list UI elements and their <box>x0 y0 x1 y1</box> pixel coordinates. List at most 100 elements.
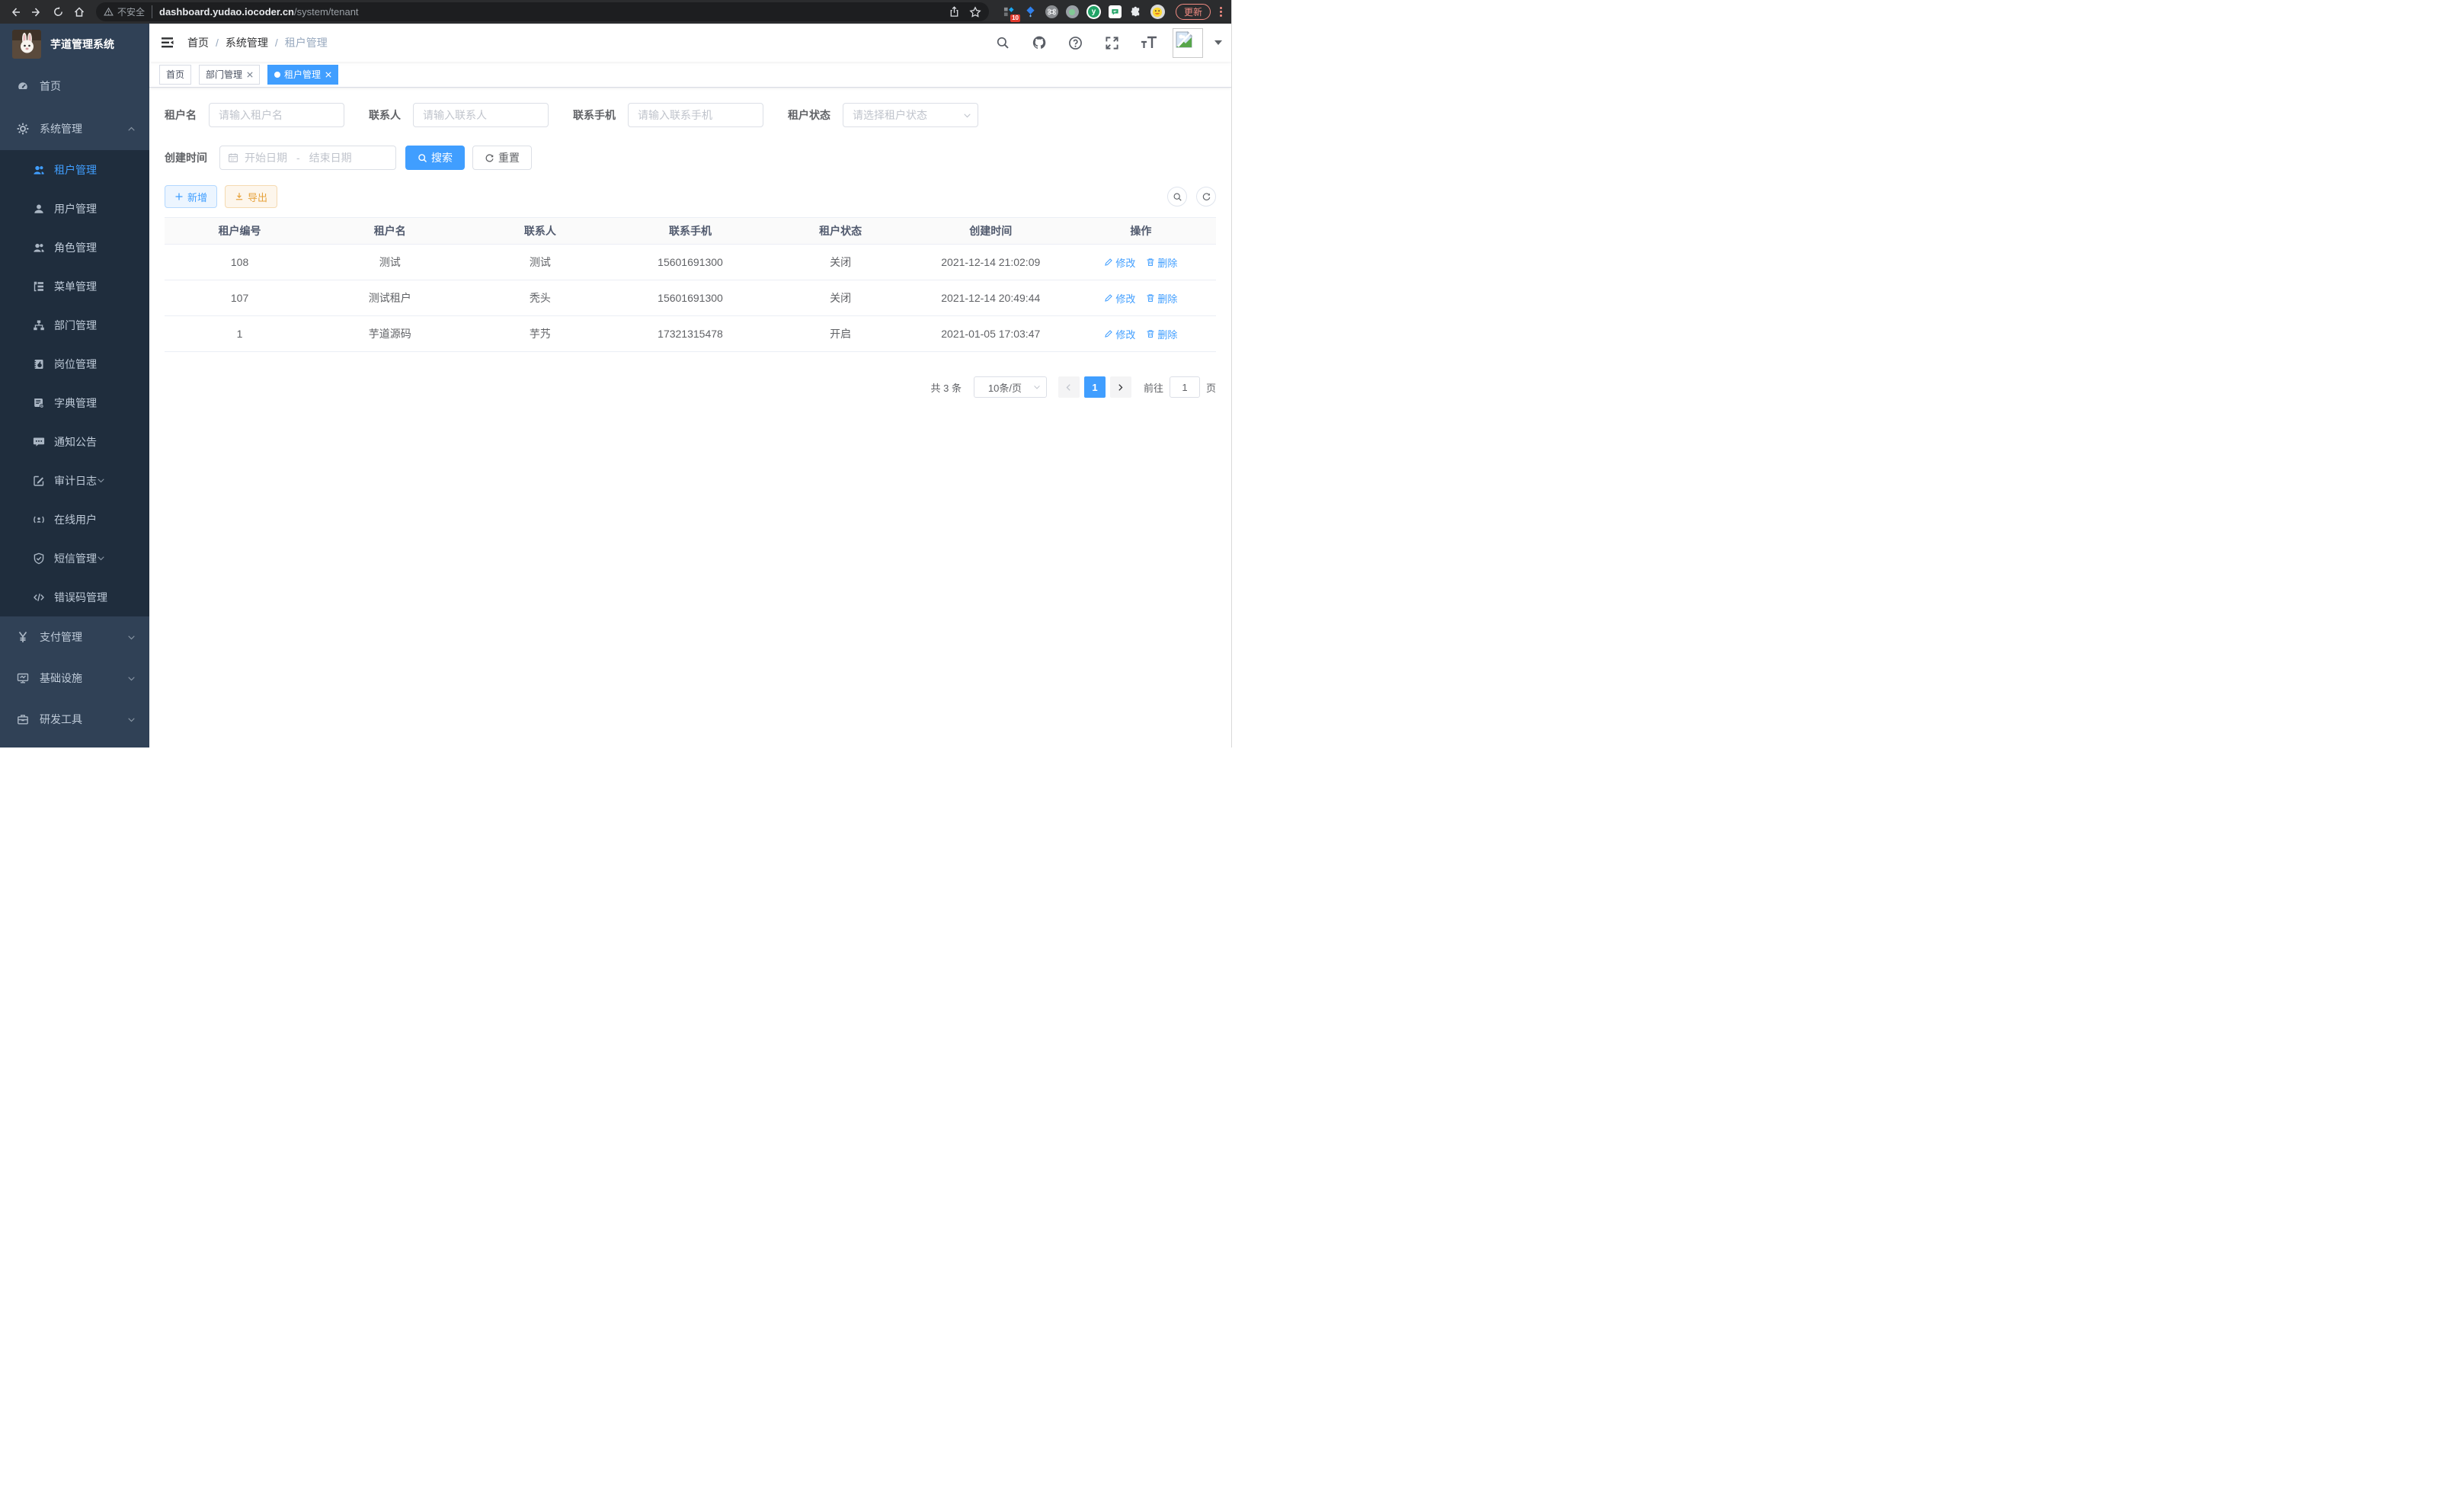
table-search-button[interactable] <box>1167 187 1187 206</box>
header-search-button[interactable] <box>990 33 1015 53</box>
security-indicator[interactable]: 不安全 <box>104 5 152 18</box>
extensions-puzzle-icon[interactable] <box>1129 5 1143 19</box>
sidebar-item-label: 部门管理 <box>54 318 97 333</box>
help-button[interactable] <box>1063 33 1088 53</box>
proxy-extension-icon[interactable]: 10 <box>1003 5 1016 19</box>
table-row: 1 芋道源码 芋艿 17321315478 开启 2021-01-05 17:0… <box>165 316 1216 352</box>
sidebar-item-label: 在线用户 <box>54 512 97 527</box>
kite-extension-icon[interactable] <box>1024 5 1038 19</box>
page-number-button[interactable]: 1 <box>1084 376 1106 398</box>
page-size-select[interactable]: 10条/页 <box>974 376 1047 398</box>
sidebar-item-sms[interactable]: 短信管理 <box>0 539 149 578</box>
phone-label: 联系手机 <box>573 107 616 123</box>
prev-page-button[interactable] <box>1058 376 1080 398</box>
sidebar-item-post[interactable]: 岗位管理 <box>0 344 149 383</box>
phone-input[interactable] <box>628 103 763 127</box>
sidebar-item-home[interactable]: 首页 <box>0 65 149 107</box>
sidebar-item-label: 研发工具 <box>40 712 127 727</box>
goto-page-input[interactable] <box>1170 376 1200 398</box>
sidebar-item-menu[interactable]: 菜单管理 <box>0 267 149 306</box>
close-icon[interactable] <box>246 71 253 78</box>
select-caret-icon <box>963 111 971 120</box>
date-start-placeholder: 开始日期 <box>245 150 287 165</box>
sidebar-item-error-code[interactable]: 错误码管理 <box>0 578 149 616</box>
browser-menu-button[interactable] <box>1220 7 1222 17</box>
reset-button[interactable]: 重置 <box>472 146 532 170</box>
sidebar-item-tenant[interactable]: 租户管理 <box>0 150 149 189</box>
table-refresh-button[interactable] <box>1196 187 1216 206</box>
back-button[interactable] <box>6 3 24 21</box>
tenant-name-label: 租户名 <box>165 107 197 123</box>
address-bar[interactable]: 不安全 dashboard.yudao.iocoder.cn/system/te… <box>96 2 989 21</box>
edit-link[interactable]: 修改 <box>1104 255 1135 270</box>
refresh-icon <box>1202 192 1211 202</box>
emoji-extension-icon[interactable] <box>1150 5 1165 19</box>
tag-home[interactable]: 首页 <box>159 65 191 85</box>
breadcrumb-home[interactable]: 首页 <box>187 35 209 50</box>
sidebar-item-devtools[interactable]: 研发工具 <box>0 699 149 740</box>
contact-input[interactable] <box>413 103 549 127</box>
search-icon <box>418 153 427 163</box>
status-select[interactable]: 请选择租户状态 <box>843 103 978 127</box>
sidebar-item-notice[interactable]: 通知公告 <box>0 422 149 461</box>
github-link[interactable] <box>1026 33 1051 53</box>
search-button[interactable]: 搜索 <box>405 146 465 170</box>
user-avatar[interactable] <box>1173 28 1203 58</box>
date-end-placeholder: 结束日期 <box>309 150 352 165</box>
yudao-extension-icon[interactable]: y <box>1086 5 1101 19</box>
font-size-button[interactable] <box>1136 33 1161 53</box>
cell-tenant-id: 108 <box>165 245 315 280</box>
share-button[interactable] <box>949 6 960 18</box>
chevron-right-icon <box>1116 383 1125 392</box>
sidebar-item-role[interactable]: 角色管理 <box>0 228 149 267</box>
chat-extension-icon[interactable] <box>1109 5 1122 18</box>
bookmark-button[interactable] <box>969 6 981 18</box>
warning-icon <box>104 7 114 17</box>
tag-dept[interactable]: 部门管理 <box>199 65 260 85</box>
avatar-caret-icon[interactable] <box>1214 40 1222 49</box>
url-host: dashboard.yudao.iocoder.cn <box>159 6 294 18</box>
sidebar-toggle-button[interactable] <box>160 35 175 50</box>
sidebar-item-pay[interactable]: 支付管理 <box>0 616 149 658</box>
col-actions: 操作 <box>1066 218 1216 245</box>
sidebar-item-infra[interactable]: 基础设施 <box>0 658 149 699</box>
status-placeholder: 请选择租户状态 <box>853 107 927 123</box>
delete-link[interactable]: 删除 <box>1146 291 1177 306</box>
home-button[interactable] <box>70 3 88 21</box>
sidebar-item-label: 系统管理 <box>40 121 127 136</box>
tag-label: 租户管理 <box>284 68 321 81</box>
delete-link[interactable]: 删除 <box>1146 255 1177 270</box>
sidebar-item-dept[interactable]: 部门管理 <box>0 306 149 344</box>
edit-link[interactable]: 修改 <box>1104 327 1135 341</box>
add-button-label: 新增 <box>187 190 207 204</box>
toolbox-icon <box>17 713 29 725</box>
forward-button[interactable] <box>27 3 46 21</box>
sidebar-item-system[interactable]: 系统管理 <box>0 107 149 150</box>
browser-update-button[interactable]: 更新 <box>1176 4 1211 20</box>
forward-icon <box>30 6 43 18</box>
date-range-input[interactable]: 开始日期 - 结束日期 <box>219 146 396 170</box>
next-page-button[interactable] <box>1110 376 1131 398</box>
sidebar-item-online-user[interactable]: 在线用户 <box>0 500 149 539</box>
page-unit-label: 页 <box>1206 380 1216 395</box>
close-icon[interactable] <box>325 71 331 78</box>
delete-link[interactable]: 删除 <box>1146 327 1177 341</box>
command-extension-icon[interactable] <box>1045 5 1058 18</box>
tag-tenant[interactable]: 租户管理 <box>267 65 338 85</box>
tenant-name-input[interactable] <box>209 103 344 127</box>
sidebar-item-dict[interactable]: 字典管理 <box>0 383 149 422</box>
sidebar-item-audit-log[interactable]: 审计日志 <box>0 461 149 500</box>
edit-link[interactable]: 修改 <box>1104 291 1135 306</box>
fullscreen-button[interactable] <box>1099 33 1125 53</box>
yen-icon <box>17 631 29 643</box>
chevron-left-icon <box>1064 383 1073 392</box>
cell-phone: 17321315478 <box>615 316 765 352</box>
add-button[interactable]: 新增 <box>165 185 217 208</box>
sidebar-item-label: 首页 <box>40 78 136 94</box>
sidebar-item-user[interactable]: 用户管理 <box>0 189 149 228</box>
refresh-icon <box>485 153 494 163</box>
export-button[interactable]: 导出 <box>225 185 277 208</box>
breadcrumb-section[interactable]: 系统管理 <box>226 35 268 50</box>
reload-button[interactable] <box>49 3 67 21</box>
recorder-extension-icon[interactable] <box>1066 5 1079 18</box>
